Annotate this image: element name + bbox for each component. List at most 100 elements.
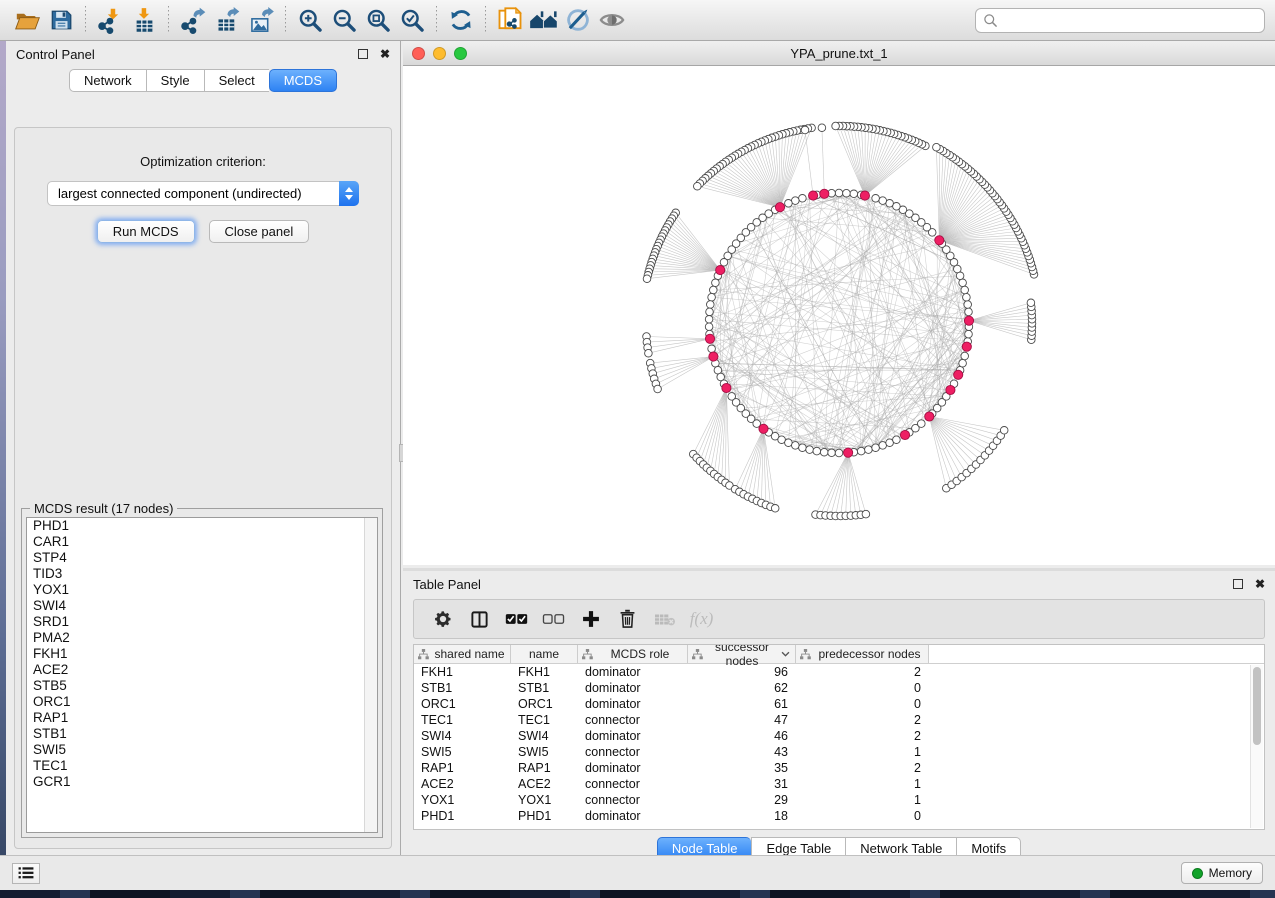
- mcds-result-item[interactable]: SWI4: [27, 598, 377, 614]
- node-table-scrollbar[interactable]: [1250, 665, 1263, 828]
- table-row[interactable]: PHD1PHD1dominator180: [414, 808, 1264, 824]
- network-node[interactable]: [959, 359, 967, 367]
- close-panel-icon[interactable]: ✖: [1255, 579, 1265, 589]
- mcds-result-item[interactable]: TEC1: [27, 758, 377, 774]
- mcds-hub-node[interactable]: [900, 430, 909, 439]
- table-row[interactable]: SWI4SWI4dominator462: [414, 728, 1264, 744]
- mcds-result-item[interactable]: SWI5: [27, 742, 377, 758]
- network-node[interactable]: [705, 323, 713, 331]
- select-all-columns-button[interactable]: [498, 603, 535, 635]
- mcds-hub-node[interactable]: [935, 236, 944, 245]
- network-node[interactable]: [710, 286, 718, 294]
- mcds-result-item[interactable]: STB5: [27, 678, 377, 694]
- table-row[interactable]: ORC1ORC1dominator610: [414, 696, 1264, 712]
- network-node[interactable]: [835, 449, 843, 457]
- scrollbar-thumb[interactable]: [1253, 667, 1261, 745]
- mcds-result-item[interactable]: FKH1: [27, 646, 377, 662]
- mcds-result-item[interactable]: ORC1: [27, 694, 377, 710]
- network-view-canvas[interactable]: [403, 66, 1275, 565]
- import-table-button[interactable]: [127, 4, 161, 36]
- network-node[interactable]: [799, 195, 807, 203]
- network-node[interactable]: [835, 189, 843, 197]
- network-node[interactable]: [918, 420, 926, 428]
- network-node[interactable]: [813, 447, 821, 455]
- network-node[interactable]: [806, 446, 814, 454]
- zoom-in-button[interactable]: [293, 4, 327, 36]
- zoom-out-button[interactable]: [327, 4, 361, 36]
- open-file-button[interactable]: [10, 4, 44, 36]
- run-mcds-button[interactable]: Run MCDS: [97, 220, 195, 243]
- mcds-result-item[interactable]: ACE2: [27, 662, 377, 678]
- new-network-from-selection-button[interactable]: [493, 4, 527, 36]
- export-image-button[interactable]: [244, 4, 278, 36]
- zoom-fit-button[interactable]: [361, 4, 395, 36]
- network-node[interactable]: [643, 275, 651, 283]
- network-node[interactable]: [862, 510, 870, 518]
- mcds-result-item[interactable]: PHD1: [27, 518, 377, 534]
- mcds-hub-node[interactable]: [964, 316, 973, 325]
- memory-button[interactable]: Memory: [1181, 862, 1263, 884]
- network-node[interactable]: [708, 345, 716, 353]
- network-node[interactable]: [712, 279, 720, 287]
- network-node[interactable]: [654, 385, 662, 393]
- optimization-criterion-dropdown[interactable]: largest connected component (undirected): [47, 181, 359, 206]
- table-row[interactable]: STB1STB1dominator620: [414, 680, 1264, 696]
- export-network-button[interactable]: [176, 4, 210, 36]
- network-node[interactable]: [801, 126, 809, 134]
- mcds-hub-node[interactable]: [775, 203, 784, 212]
- network-node[interactable]: [964, 301, 972, 309]
- table-row[interactable]: ACE2ACE2connector311: [414, 776, 1264, 792]
- mcds-result-item[interactable]: STB1: [27, 726, 377, 742]
- network-node[interactable]: [872, 195, 880, 203]
- network-node[interactable]: [893, 436, 901, 444]
- first-neighbors-button[interactable]: [527, 4, 561, 36]
- mcds-hub-node[interactable]: [716, 266, 725, 275]
- mcds-result-item[interactable]: RAP1: [27, 710, 377, 726]
- mcds-result-item[interactable]: PMA2: [27, 630, 377, 646]
- network-node[interactable]: [720, 259, 728, 267]
- table-row[interactable]: TEC1TEC1connector472: [414, 712, 1264, 728]
- network-node[interactable]: [706, 308, 714, 316]
- mcds-hub-node[interactable]: [705, 334, 714, 343]
- node-table[interactable]: shared namenameMCDS rolesuccessor nodesp…: [413, 644, 1265, 830]
- add-column-button[interactable]: [572, 603, 609, 635]
- show-all-button[interactable]: [595, 4, 629, 36]
- tab-style[interactable]: Style: [146, 69, 204, 92]
- network-node[interactable]: [828, 449, 836, 457]
- mcds-result-item[interactable]: TID3: [27, 566, 377, 582]
- network-node[interactable]: [961, 286, 969, 294]
- mcds-hub-node[interactable]: [954, 370, 963, 379]
- column-header-predecessor-nodes[interactable]: predecessor nodes: [796, 645, 929, 663]
- mcds-hub-node[interactable]: [820, 189, 829, 198]
- network-node[interactable]: [961, 352, 969, 360]
- network-node[interactable]: [818, 124, 826, 132]
- network-node[interactable]: [872, 444, 880, 452]
- network-node[interactable]: [965, 330, 973, 338]
- table-row[interactable]: FKH1FKH1dominator962: [414, 664, 1264, 680]
- hide-selection-button[interactable]: [561, 4, 595, 36]
- mcds-hub-node[interactable]: [844, 448, 853, 457]
- task-history-button[interactable]: [12, 863, 40, 884]
- network-node[interactable]: [820, 448, 828, 456]
- network-node[interactable]: [879, 197, 887, 205]
- network-node[interactable]: [799, 444, 807, 452]
- table-row[interactable]: YOX1YOX1connector291: [414, 792, 1264, 808]
- refresh-button[interactable]: [444, 4, 478, 36]
- column-header-successor-nodes[interactable]: successor nodes: [688, 645, 796, 663]
- search-box[interactable]: [975, 8, 1265, 33]
- network-graph[interactable]: [403, 66, 1275, 565]
- mcds-hub-node[interactable]: [860, 191, 869, 200]
- table-row[interactable]: RAP1RAP1dominator352: [414, 760, 1264, 776]
- network-node[interactable]: [850, 190, 858, 198]
- network-node[interactable]: [1000, 427, 1008, 435]
- close-panel-icon[interactable]: ✖: [380, 49, 390, 59]
- mcds-hub-node[interactable]: [962, 342, 971, 351]
- network-node[interactable]: [933, 143, 941, 151]
- float-window-icon[interactable]: [358, 49, 368, 59]
- network-node[interactable]: [645, 349, 653, 357]
- mcds-result-item[interactable]: STP4: [27, 550, 377, 566]
- mcds-hub-node[interactable]: [722, 383, 731, 392]
- mcds-result-item[interactable]: GCR1: [27, 774, 377, 790]
- network-window-titlebar[interactable]: YPA_prune.txt_1: [403, 41, 1275, 66]
- network-node[interactable]: [707, 301, 715, 309]
